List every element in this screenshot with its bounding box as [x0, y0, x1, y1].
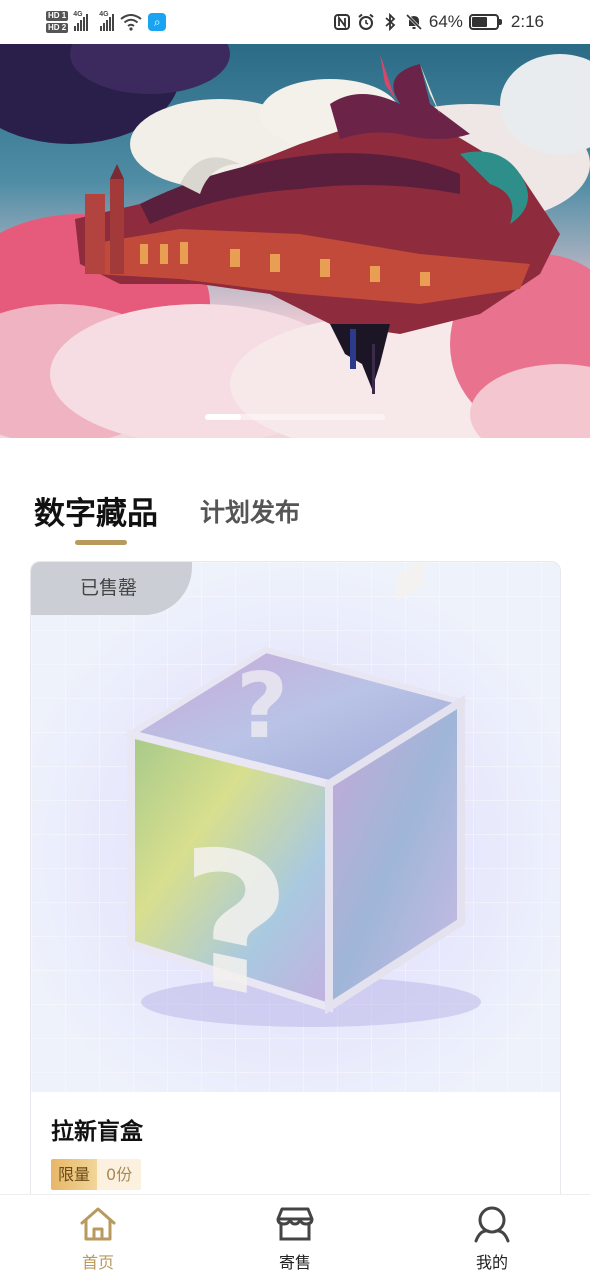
svg-text:?: ?: [236, 654, 288, 759]
user-icon: [474, 1206, 510, 1243]
sold-out-badge: 已售罄: [31, 562, 192, 615]
store-icon: [276, 1207, 314, 1241]
nav-label-mine: 我的: [475, 1253, 508, 1272]
nav-item-consign[interactable]: 寄售: [255, 1205, 335, 1275]
sim2-label: HD 2: [46, 23, 69, 33]
carousel-indicator-active: [205, 414, 241, 420]
battery-level: [471, 17, 488, 27]
signal-icon-2: 4G: [99, 11, 115, 31]
bottom-nav: 首页 寄售 我的: [0, 1194, 590, 1278]
wifi-icon: [120, 14, 142, 31]
nfc-icon: [333, 14, 350, 30]
product-title: 拉新盲盒: [51, 1119, 143, 1145]
nav-label-consign: 寄售: [278, 1253, 311, 1272]
mute-bell-icon: [405, 13, 422, 31]
home-icon: [80, 1207, 116, 1241]
svg-text:?: ?: [181, 804, 291, 1048]
mystery-box-image: ? ? ?: [31, 562, 560, 1092]
nav-item-home[interactable]: 首页: [58, 1205, 138, 1275]
status-right: 64% 2:16: [333, 10, 544, 34]
active-tab-underline: [75, 540, 127, 545]
banner-carousel[interactable]: [0, 44, 590, 438]
status-left: HD 1 HD 2 4G 4G ⌕: [46, 6, 167, 38]
sim1-label: HD 1: [46, 11, 69, 21]
limited-label: 限量: [51, 1159, 98, 1190]
banner-image: [0, 44, 590, 438]
bluetooth-icon: [385, 13, 396, 31]
tab-digital-collectibles[interactable]: 数字藏品: [34, 488, 158, 533]
battery-icon: [468, 14, 502, 30]
battery-percent: 64%: [428, 12, 463, 31]
limited-tag: 限量 0份: [51, 1159, 142, 1190]
sim-indicators: HD 1 HD 2: [46, 11, 69, 33]
product-card[interactable]: ? ? ? 已售罄 拉新盲盒 限量 0份: [30, 561, 561, 1221]
nav-item-mine[interactable]: 我的: [452, 1205, 532, 1275]
signal-icon: 4G: [73, 11, 89, 31]
status-bar: HD 1 HD 2 4G 4G ⌕ 64% 2:16: [0, 0, 590, 44]
network2-label: 4G: [99, 11, 109, 18]
search-app-icon: ⌕: [148, 13, 167, 31]
limited-count: 0份: [97, 1159, 142, 1190]
product-image: ? ? ? 已售罄: [31, 562, 560, 1092]
alarm-icon: [358, 13, 374, 30]
carousel-indicator[interactable]: [205, 414, 385, 420]
network1-label: 4G: [73, 11, 83, 18]
clock: 2:16: [510, 12, 544, 31]
nav-label-home: 首页: [81, 1253, 114, 1272]
tab-planned-release[interactable]: 计划发布: [200, 493, 300, 529]
category-tabs: 数字藏品 计划发布: [0, 480, 590, 550]
